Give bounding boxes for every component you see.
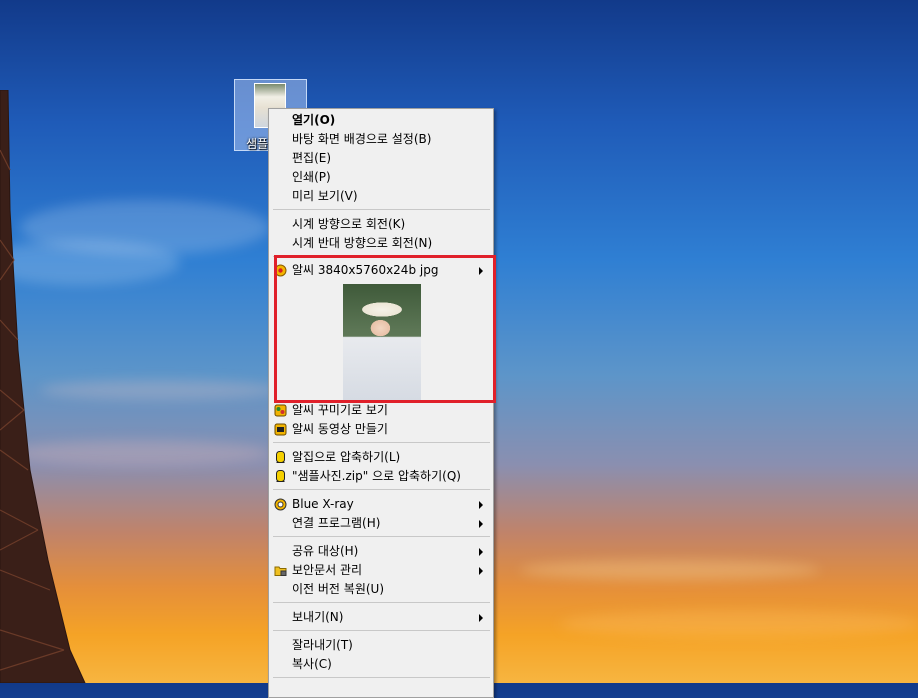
menu-item-label: 편집(E)	[292, 151, 332, 165]
submenu-arrow-icon	[479, 520, 483, 528]
menu-item-label: 시계 반대 방향으로 회전(N)	[292, 236, 433, 250]
submenu-arrow-icon	[479, 548, 483, 556]
submenu-arrow-icon	[479, 614, 483, 622]
menu-item-restore-previous[interactable]: 이전 버전 복원(U)	[269, 580, 493, 599]
highlight-box	[274, 255, 496, 403]
folder-lock-icon	[274, 566, 287, 576]
cloud	[520, 560, 820, 580]
menu-item-cut[interactable]: 잘라내기(T)	[269, 636, 493, 655]
context-menu: 열기(O) 바탕 화면 배경으로 설정(B) 편집(E) 인쇄(P) 미리 보기…	[268, 108, 494, 698]
menu-item-label: 미리 보기(V)	[292, 189, 358, 203]
menu-item-preview[interactable]: 미리 보기(V)	[269, 187, 493, 206]
menu-item-label: 공유 대상(H)	[292, 544, 359, 558]
menu-separator	[273, 209, 490, 210]
alzip-icon	[276, 470, 285, 482]
submenu-arrow-icon	[479, 501, 483, 509]
menu-item-blue-xray[interactable]: Blue X-ray	[269, 495, 493, 514]
menu-item-label: 복사(C)	[292, 657, 332, 671]
menu-item-label: 이전 버전 복원(U)	[292, 582, 385, 596]
menu-item-alzip-compress[interactable]: 알집으로 압축하기(L)	[269, 448, 493, 467]
menu-item-label: 인쇄(P)	[292, 170, 331, 184]
menu-item-label: 알집으로 압축하기(L)	[292, 450, 401, 464]
desktop-icon-label: 샘플	[246, 137, 269, 151]
menu-item-label: 열기(O)	[292, 113, 336, 127]
menu-item-send-to[interactable]: 보내기(N)	[269, 608, 493, 627]
eiffel-tower-wallpaper	[0, 90, 86, 683]
menu-item-alsee-decorate[interactable]: 알씨 꾸미기로 보기	[269, 401, 493, 420]
menu-item-rotate-ccw[interactable]: 시계 반대 방향으로 회전(N)	[269, 234, 493, 253]
menu-item-open-with[interactable]: 연결 프로그램(H)	[269, 514, 493, 533]
menu-item-label: Blue X-ray	[292, 497, 354, 511]
menu-item-share-with[interactable]: 공유 대상(H)	[269, 542, 493, 561]
alsee-video-icon	[274, 423, 287, 436]
menu-separator	[273, 602, 490, 603]
menu-item-label: 시계 방향으로 회전(K)	[292, 217, 406, 231]
menu-separator	[273, 442, 490, 443]
alsee-decorate-icon	[274, 404, 287, 417]
blue-xray-icon	[274, 498, 287, 511]
menu-item-label: 잘라내기(T)	[292, 638, 353, 652]
menu-item-label: "샘플사진.zip" 으로 압축하기(Q)	[292, 469, 461, 483]
menu-item-open[interactable]: 열기(O)	[269, 111, 493, 130]
menu-item-label: 알씨 동영상 만들기	[292, 422, 388, 436]
menu-item-edit[interactable]: 편집(E)	[269, 149, 493, 168]
menu-item-label: 보내기(N)	[292, 610, 344, 624]
alzip-icon	[276, 451, 285, 463]
submenu-arrow-icon	[479, 567, 483, 575]
menu-item-label: 알씨 꾸미기로 보기	[292, 403, 388, 417]
menu-separator	[273, 536, 490, 537]
menu-item-secure-doc[interactable]: 보안문서 관리	[269, 561, 493, 580]
cloud	[560, 610, 918, 638]
menu-separator	[273, 630, 490, 631]
menu-item-rotate-cw[interactable]: 시계 방향으로 회전(K)	[269, 215, 493, 234]
menu-item-set-wallpaper[interactable]: 바탕 화면 배경으로 설정(B)	[269, 130, 493, 149]
menu-item-label: 보안문서 관리	[292, 563, 363, 577]
menu-separator	[273, 489, 490, 490]
menu-item-copy[interactable]: 복사(C)	[269, 655, 493, 674]
menu-item-alsee-video[interactable]: 알씨 동영상 만들기	[269, 420, 493, 439]
menu-separator	[273, 677, 490, 678]
menu-item-print[interactable]: 인쇄(P)	[269, 168, 493, 187]
menu-item-compress-to-zip[interactable]: "샘플사진.zip" 으로 압축하기(Q)	[269, 467, 493, 486]
menu-item-label: 연결 프로그램(H)	[292, 516, 381, 530]
menu-item-label: 바탕 화면 배경으로 설정(B)	[292, 132, 432, 146]
